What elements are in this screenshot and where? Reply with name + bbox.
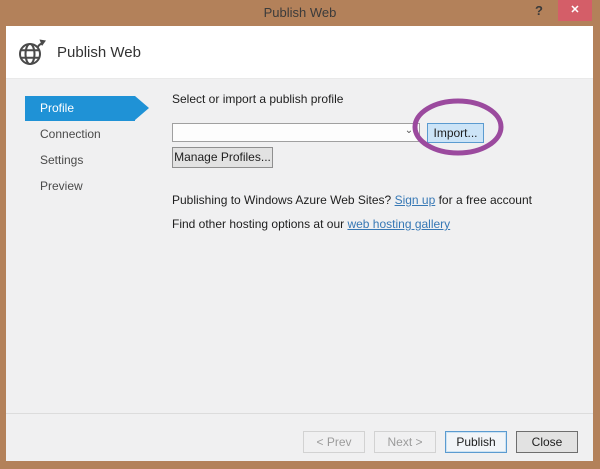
sign-up-link[interactable]: Sign up — [395, 193, 436, 207]
azure-line-text-after: for a free account — [435, 193, 532, 207]
next-button: Next > — [374, 431, 436, 453]
close-dialog-button[interactable]: Close — [516, 431, 578, 453]
title-bar: Publish Web ? ✕ — [0, 0, 600, 26]
dialog-title: Publish Web — [57, 43, 141, 61]
publish-button[interactable]: Publish — [445, 431, 507, 453]
sidebar-item-connection[interactable]: Connection — [25, 122, 175, 148]
web-hosting-gallery-link[interactable]: web hosting gallery — [347, 217, 450, 231]
globe-publish-icon — [19, 39, 46, 65]
import-button[interactable]: Import... — [427, 123, 484, 143]
gallery-line-text-before: Find other hosting options at our — [172, 217, 348, 231]
azure-line-text-before: Publishing to Windows Azure Web Sites? — [172, 193, 395, 207]
dialog-footer: < Prev Next > Publish Close — [6, 413, 593, 461]
sidebar-item-label: Settings — [40, 153, 84, 167]
close-button[interactable]: ✕ — [558, 0, 592, 21]
sidebar-item-settings[interactable]: Settings — [25, 148, 175, 174]
help-button[interactable]: ? — [530, 3, 548, 21]
dialog-header: Publish Web — [6, 26, 593, 79]
sidebar-item-profile[interactable]: Profile — [25, 96, 149, 121]
window-title: Publish Web — [263, 5, 337, 20]
sidebar-item-label: Profile — [40, 101, 75, 115]
publish-web-dialog: Publish Web Profile Connection Settings … — [6, 26, 593, 461]
manage-profiles-button[interactable]: Manage Profiles... — [172, 147, 273, 168]
close-icon: ✕ — [570, 4, 580, 16]
sidebar-item-label: Preview — [40, 179, 83, 193]
azure-signup-line: Publishing to Windows Azure Web Sites? S… — [172, 193, 532, 207]
hosting-gallery-line: Find other hosting options at our web ho… — [172, 217, 450, 231]
sidebar-item-label: Connection — [40, 127, 101, 141]
sidebar-item-preview[interactable]: Preview — [25, 174, 175, 200]
publish-profile-dropdown[interactable]: ⌄ — [172, 123, 420, 142]
chevron-down-icon: ⌄ — [404, 125, 414, 136]
sidebar-nav: Profile Connection Settings Preview — [25, 96, 175, 200]
select-profile-prompt: Select or import a publish profile — [172, 92, 344, 106]
prev-button: < Prev — [303, 431, 365, 453]
